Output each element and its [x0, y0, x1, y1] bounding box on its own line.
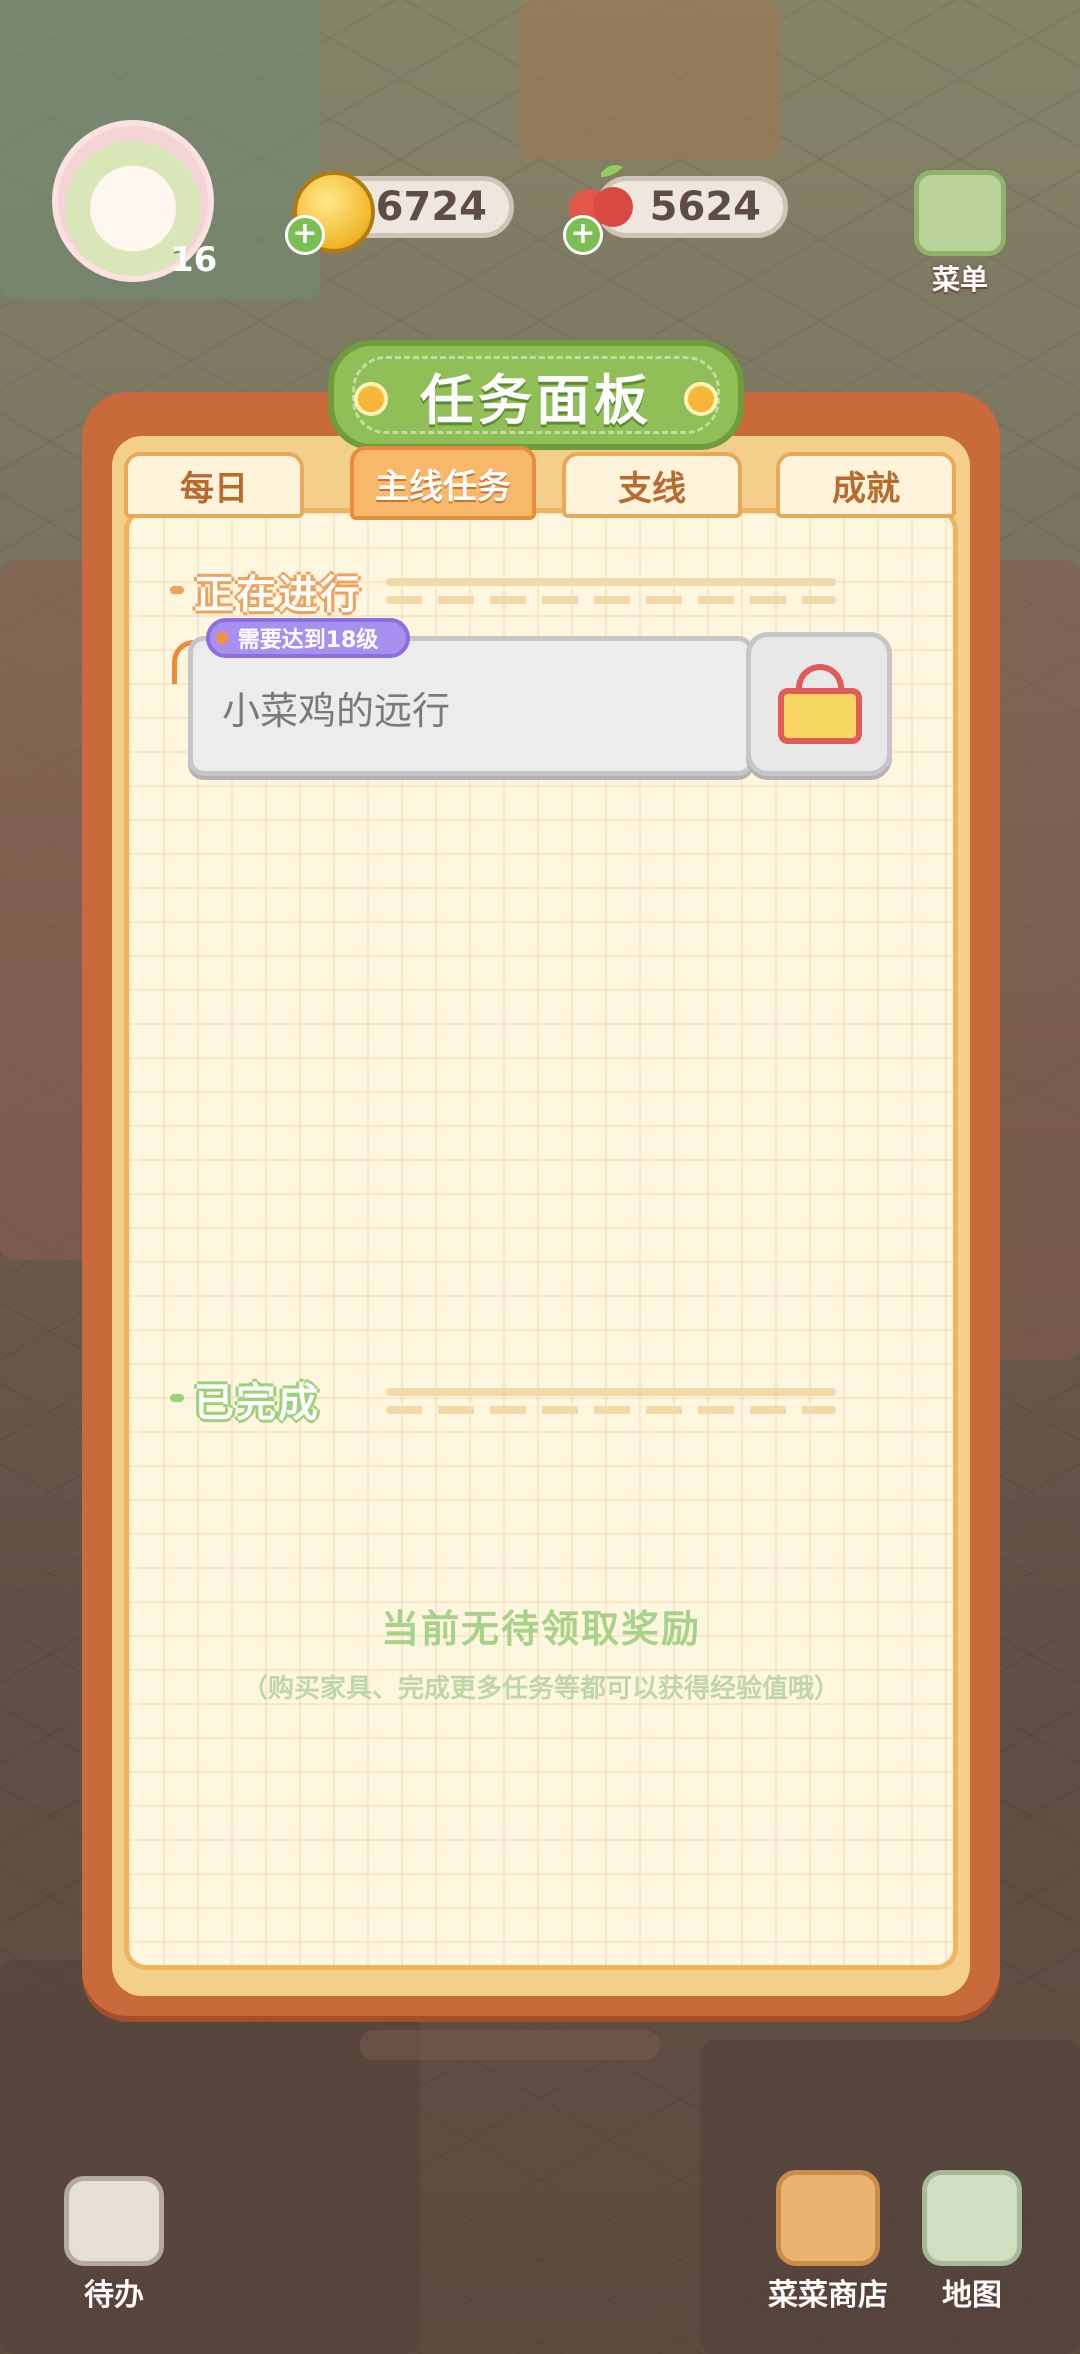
berry-amount: 5624: [649, 184, 761, 230]
menu-icon: [914, 170, 1006, 256]
coin-counter[interactable]: + 36724: [285, 171, 514, 255]
quest-name: 小菜鸡的远行: [222, 689, 451, 733]
empty-rewards-message: 当前无待领取奖励: [380, 1607, 701, 1651]
add-coins-button[interactable]: +: [285, 215, 325, 255]
section-divider: [386, 1388, 836, 1414]
map-icon: [922, 2170, 1022, 2266]
badge-dot: [216, 632, 228, 644]
todo-label: 待办: [84, 2278, 144, 2313]
empty-rewards-hint: （购买家具、完成更多任务等都可以获得经验值哦）: [241, 1674, 840, 1704]
shop-button[interactable]: 菜菜商店: [758, 2170, 898, 2314]
shop-label: 菜菜商店: [768, 2278, 888, 2313]
section-divider: [386, 578, 836, 604]
shop-icon: [776, 2170, 880, 2266]
player-level: 16: [170, 240, 218, 280]
menu-label: 菜单: [931, 263, 988, 296]
berry-counter[interactable]: + 5624: [563, 165, 788, 255]
lock-icon-body: [778, 688, 862, 744]
completed-heading: 已完成: [194, 1380, 320, 1426]
map-label: 地图: [942, 2278, 1002, 2313]
menu-button[interactable]: 菜单: [904, 170, 1016, 298]
tab-side-quest[interactable]: 支线: [562, 452, 742, 518]
level-requirement-badge: 需要达到18级: [206, 618, 410, 658]
todo-icon: [64, 2176, 164, 2266]
map-button[interactable]: 地图: [912, 2170, 1032, 2314]
section-bullet: [170, 1394, 184, 1402]
tab-main-quest[interactable]: 主线任务: [350, 446, 536, 520]
in-progress-heading: 正在进行: [194, 572, 362, 618]
section-bullet: [170, 586, 184, 594]
tab-achievements[interactable]: 成就: [776, 452, 956, 518]
tab-daily[interactable]: 每日: [124, 452, 304, 518]
panel-title-banner: 任务面板: [328, 340, 744, 450]
todo-button[interactable]: 待办: [54, 2176, 174, 2314]
add-berries-button[interactable]: +: [563, 215, 603, 255]
